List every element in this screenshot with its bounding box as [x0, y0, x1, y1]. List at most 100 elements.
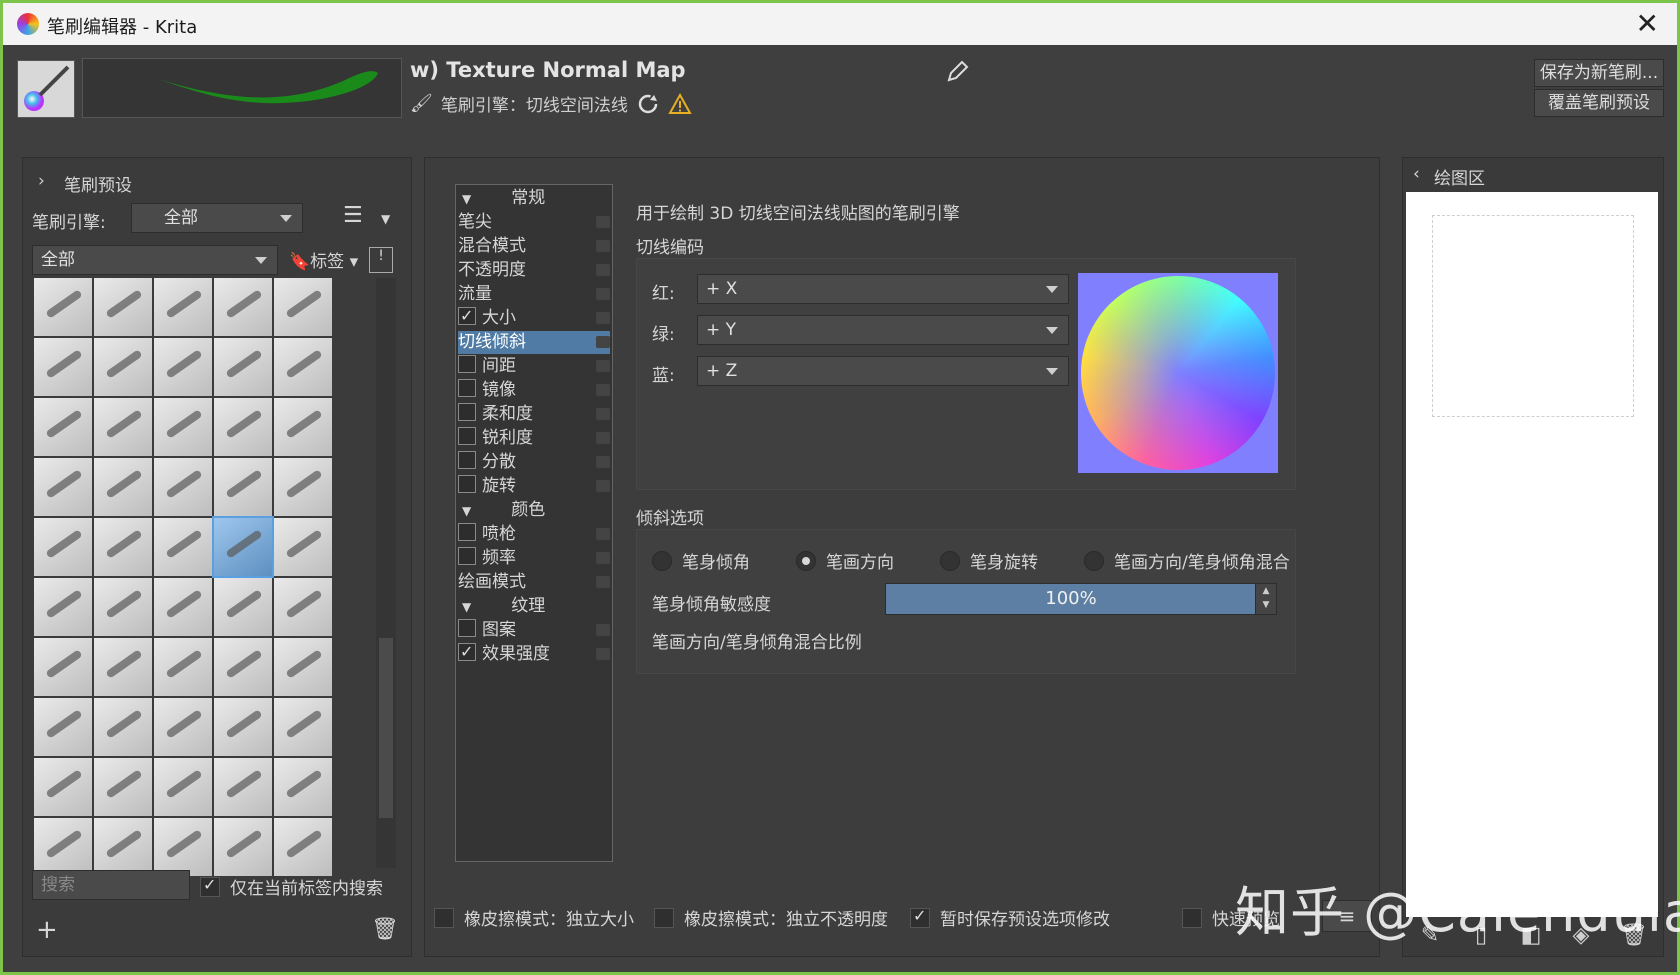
brush-preset-item[interactable]	[214, 758, 272, 816]
tilt-mode-option[interactable]: 笔身旋转	[940, 548, 1038, 573]
option-item[interactable]: 大小	[458, 304, 610, 330]
spin-up-icon[interactable]: ▲	[1256, 584, 1276, 598]
lock-icon[interactable]	[596, 576, 610, 588]
reload-icon[interactable]	[636, 92, 660, 116]
brush-preset-item[interactable]	[154, 518, 212, 576]
option-checkbox[interactable]	[458, 547, 476, 565]
brush-preset-item[interactable]	[94, 278, 152, 336]
brush-preset-item[interactable]	[154, 458, 212, 516]
option-item[interactable]: 间距	[458, 355, 610, 378]
radio-button[interactable]	[1084, 551, 1104, 571]
lock-icon[interactable]	[596, 552, 610, 564]
tilt-mode-option[interactable]: 笔画方向	[796, 548, 894, 573]
save-new-brush-button[interactable]: 保存为新笔刷...	[1534, 59, 1664, 87]
option-checkbox[interactable]	[458, 403, 476, 421]
option-checkbox[interactable]	[458, 523, 476, 541]
option-item[interactable]: 切线倾斜	[458, 331, 610, 354]
tag-info-icon[interactable]: !	[369, 247, 393, 273]
brush-preset-item[interactable]	[154, 698, 212, 756]
option-checkbox[interactable]	[458, 304, 476, 327]
brush-preset-item[interactable]	[94, 578, 152, 636]
expand-arrow-icon[interactable]: ▼	[462, 600, 471, 614]
brush-preset-item[interactable]	[34, 698, 92, 756]
brush-preset-item[interactable]	[34, 638, 92, 696]
option-item[interactable]: 锐利度	[458, 427, 610, 450]
brush-preset-item[interactable]	[94, 458, 152, 516]
option-checkbox[interactable]	[458, 451, 476, 469]
brush-preset-item[interactable]	[214, 398, 272, 456]
option-item[interactable]: 绘画模式	[458, 571, 610, 594]
brush-preset-item[interactable]	[274, 458, 332, 516]
fast-preview-checkbox[interactable]	[1182, 908, 1202, 928]
brush-preset-item[interactable]	[214, 818, 272, 876]
option-item[interactable]: 喷枪	[458, 523, 610, 546]
lock-icon[interactable]	[596, 240, 610, 252]
blue-channel-combo[interactable]: + Z	[697, 356, 1069, 386]
brush-preset-item[interactable]	[274, 338, 332, 396]
expand-arrow-icon[interactable]: ▼	[462, 192, 471, 206]
eraser-opacity-option[interactable]: 橡皮擦模式：独立不透明度	[654, 905, 888, 930]
option-checkbox[interactable]	[458, 379, 476, 397]
brush-preset-item[interactable]	[274, 398, 332, 456]
option-item[interactable]: 柔和度	[458, 403, 610, 426]
option-checkbox[interactable]	[458, 475, 476, 493]
brush-preset-item[interactable]	[274, 818, 332, 876]
brush-preset-item[interactable]	[94, 518, 152, 576]
option-item[interactable]: 笔尖	[458, 211, 610, 234]
lock-icon[interactable]	[596, 264, 610, 276]
add-preset-icon[interactable]: +	[36, 915, 58, 945]
option-item[interactable]: ▼ 常规	[458, 187, 610, 210]
eraser-size-option[interactable]: 橡皮擦模式：独立大小	[434, 905, 634, 930]
sensitivity-slider[interactable]: 100% ▲ ▼	[885, 583, 1277, 615]
brush-preset-item[interactable]	[214, 338, 272, 396]
brush-preset-item[interactable]	[34, 278, 92, 336]
option-checkbox[interactable]	[458, 640, 476, 663]
red-channel-combo[interactable]: + X	[697, 274, 1069, 304]
option-item[interactable]: 不透明度	[458, 259, 610, 282]
search-in-tag-option[interactable]: 仅在当前标签内搜索	[200, 874, 383, 899]
brush-preset-item[interactable]	[34, 398, 92, 456]
brush-preset-item[interactable]	[214, 458, 272, 516]
brush-preset-item[interactable]	[34, 458, 92, 516]
rename-pencil-icon[interactable]	[943, 58, 971, 86]
tilt-mode-option[interactable]: 笔身倾角	[652, 548, 750, 573]
brush-preset-item[interactable]	[154, 758, 212, 816]
brush-preset-item[interactable]	[154, 398, 212, 456]
eraser-opacity-checkbox[interactable]	[654, 908, 674, 928]
brush-preset-item[interactable]	[34, 338, 92, 396]
temp-save-option[interactable]: 暂时保存预设选项修改	[910, 905, 1110, 930]
lock-icon[interactable]	[596, 480, 610, 492]
option-item[interactable]: ▼ 颜色	[458, 499, 610, 522]
option-checkbox[interactable]	[458, 619, 476, 637]
brush-preset-item[interactable]	[34, 578, 92, 636]
option-item[interactable]: 频率	[458, 547, 610, 570]
lock-icon[interactable]	[596, 384, 610, 396]
option-item[interactable]: ▼ 纹理	[458, 595, 610, 618]
lock-icon[interactable]	[596, 648, 610, 660]
option-checkbox[interactable]	[458, 355, 476, 373]
lock-icon[interactable]	[596, 408, 610, 420]
search-in-tag-checkbox[interactable]	[200, 875, 220, 897]
brush-preset-item[interactable]	[34, 758, 92, 816]
chevron-right-icon[interactable]: ›	[38, 171, 45, 191]
engine-filter-combo[interactable]: 全部	[131, 203, 303, 233]
sensitivity-spinner[interactable]: ▲ ▼	[1255, 584, 1276, 614]
expand-arrow-icon[interactable]: ▼	[462, 504, 471, 518]
spin-down-icon[interactable]: ▼	[1256, 598, 1276, 612]
trash-icon[interactable]: 🗑	[371, 917, 399, 942]
lock-icon[interactable]	[596, 360, 610, 372]
brush-preset-item[interactable]	[94, 698, 152, 756]
brush-preset-item[interactable]	[94, 758, 152, 816]
lock-icon[interactable]	[596, 432, 610, 444]
lock-icon[interactable]	[596, 456, 610, 468]
option-item[interactable]: 镜像	[458, 379, 610, 402]
option-item[interactable]: 旋转	[458, 475, 610, 498]
brush-preset-item[interactable]	[154, 578, 212, 636]
close-icon[interactable]: ✕	[1636, 7, 1659, 40]
green-channel-combo[interactable]: + Y	[697, 315, 1069, 345]
lock-icon[interactable]	[596, 624, 610, 636]
brush-preset-item[interactable]	[94, 818, 152, 876]
brush-preset-item[interactable]	[94, 638, 152, 696]
brush-preset-item[interactable]	[212, 516, 274, 578]
tag-filter-combo[interactable]: 全部	[32, 245, 278, 275]
